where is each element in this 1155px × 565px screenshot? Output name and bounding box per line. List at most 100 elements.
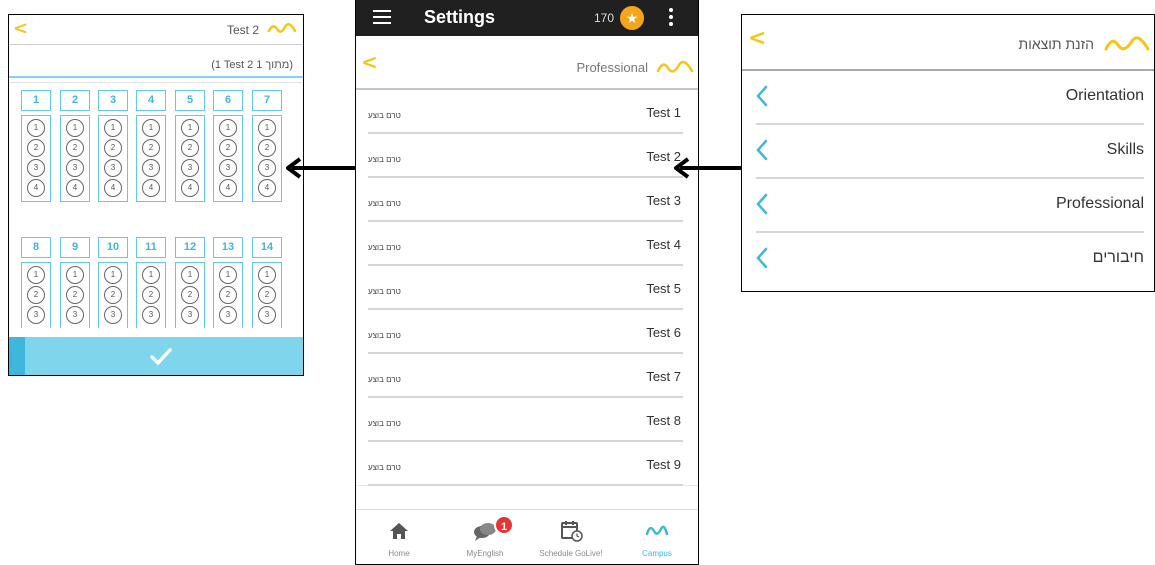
nav-myenglish[interactable]: 1 MyEnglish xyxy=(442,510,528,564)
answer-radio[interactable]: 1 xyxy=(258,119,276,137)
answer-radio[interactable]: 2 xyxy=(66,286,84,304)
answer-radio[interactable]: 1 xyxy=(104,266,122,284)
test-row[interactable]: Test 5 טרם בוצע xyxy=(368,266,683,310)
test-row[interactable]: Test 1 טרם בוצע xyxy=(368,90,683,134)
category-name: Skills xyxy=(1106,141,1144,158)
answer-radio[interactable]: 1 xyxy=(142,119,160,137)
answer-radio[interactable]: 1 xyxy=(27,119,45,137)
answer-radio[interactable]: 3 xyxy=(66,306,84,324)
answer-radio[interactable]: 3 xyxy=(258,306,276,324)
answer-radio[interactable]: 1 xyxy=(258,266,276,284)
points-count: 170 xyxy=(594,11,615,25)
answer-radio[interactable]: 3 xyxy=(104,159,122,177)
question-column: 5 1 2 3 4 xyxy=(175,90,205,202)
category-row[interactable]: Professional xyxy=(756,179,1144,233)
answer-radio[interactable]: 1 xyxy=(66,266,84,284)
answer-radio[interactable]: 1 xyxy=(219,266,237,284)
nav-schedule[interactable]: Schedule GoLive! xyxy=(528,510,614,564)
answer-options: 1 2 3 xyxy=(98,262,128,328)
category-name: Orientation xyxy=(1065,87,1144,104)
test-row[interactable]: Test 3 טרם בוצע xyxy=(368,178,683,222)
category-name: חיבורים xyxy=(1092,249,1144,266)
answer-radio[interactable]: 2 xyxy=(181,139,199,157)
hamburger-icon[interactable] xyxy=(373,10,391,24)
answer-radio[interactable]: 3 xyxy=(142,306,160,324)
test-status: טרם בוצע xyxy=(368,243,401,252)
category-row[interactable]: חיבורים xyxy=(756,233,1144,287)
answer-radio[interactable]: 3 xyxy=(66,159,84,177)
question-column: 4 1 2 3 4 xyxy=(136,90,166,202)
answer-radio[interactable]: 3 xyxy=(27,159,45,177)
answer-radio[interactable]: 3 xyxy=(181,159,199,177)
test-name: Test 1 xyxy=(646,105,681,120)
answer-options: 1 2 3 4 xyxy=(136,115,166,202)
question-number: 1 xyxy=(21,90,51,111)
answer-options: 1 2 3 xyxy=(252,262,282,328)
answer-radio[interactable]: 3 xyxy=(219,159,237,177)
test-row[interactable]: Test 8 טרם בוצע xyxy=(368,398,683,442)
answer-radio[interactable]: 2 xyxy=(27,139,45,157)
back-chevron-icon[interactable]: < xyxy=(13,18,28,39)
category-row[interactable]: Orientation xyxy=(756,71,1144,125)
results-header: < הזנת תוצאות xyxy=(742,15,1154,71)
test-status: טרם בוצע xyxy=(368,155,401,164)
nav-home[interactable]: Home xyxy=(356,510,442,564)
nav-label: MyEnglish xyxy=(466,549,504,558)
answer-radio[interactable]: 3 xyxy=(181,306,199,324)
confirm-button[interactable] xyxy=(9,337,303,375)
answer-radio[interactable]: 4 xyxy=(104,179,122,197)
answer-radio[interactable]: 2 xyxy=(258,139,276,157)
answer-radio[interactable]: 2 xyxy=(258,286,276,304)
test-row[interactable]: Test 2 טרם בוצע xyxy=(368,134,683,178)
answer-radio[interactable]: 1 xyxy=(27,266,45,284)
answer-radio[interactable]: 3 xyxy=(219,306,237,324)
answer-radio[interactable]: 2 xyxy=(181,286,199,304)
category-row[interactable]: Skills xyxy=(756,125,1144,179)
answer-grid: 1123421234312344123451234612347123481239… xyxy=(9,82,303,340)
answer-radio[interactable]: 4 xyxy=(219,179,237,197)
answer-radio[interactable]: 2 xyxy=(104,139,122,157)
answer-radio[interactable]: 2 xyxy=(142,139,160,157)
answer-radio[interactable]: 3 xyxy=(27,306,45,324)
question-column: 3 1 2 3 4 xyxy=(98,90,128,202)
back-chevron-icon[interactable]: < xyxy=(361,50,378,74)
notification-badge: 1 xyxy=(494,515,514,535)
back-chevron-icon[interactable]: < xyxy=(748,26,766,51)
bottom-navigation: Home 1 MyEnglish Schedule GoLive! Campus xyxy=(356,509,698,564)
test-row[interactable]: Test 6 טרם בוצע xyxy=(368,310,683,354)
test-name: Test 9 xyxy=(646,457,681,472)
kebab-menu-icon[interactable] xyxy=(669,8,673,29)
answer-radio[interactable]: 3 xyxy=(258,159,276,177)
answer-radio[interactable]: 1 xyxy=(66,119,84,137)
test-row[interactable]: Test 4 טרם בוצע xyxy=(368,222,683,266)
test-status: טרם בוצע xyxy=(368,331,401,340)
answer-radio[interactable]: 1 xyxy=(181,266,199,284)
answer-radio[interactable]: 4 xyxy=(258,179,276,197)
section-header: < Professional xyxy=(356,36,698,90)
answer-radio[interactable]: 2 xyxy=(142,286,160,304)
answer-radio[interactable]: 4 xyxy=(66,179,84,197)
answer-radio[interactable]: 1 xyxy=(219,119,237,137)
nav-campus[interactable]: Campus xyxy=(614,510,698,564)
answer-radio[interactable]: 3 xyxy=(142,159,160,177)
answer-radio[interactable]: 2 xyxy=(104,286,122,304)
category-list: Orientation Skills Professional חיבורים xyxy=(742,71,1154,287)
test-row[interactable]: Test 7 טרם בוצע xyxy=(368,354,683,398)
answer-radio[interactable]: 2 xyxy=(66,139,84,157)
answer-radio[interactable]: 2 xyxy=(219,286,237,304)
answer-radio[interactable]: 3 xyxy=(104,306,122,324)
answer-radio[interactable]: 1 xyxy=(104,119,122,137)
answer-radio[interactable]: 2 xyxy=(219,139,237,157)
answer-radio[interactable]: 4 xyxy=(27,179,45,197)
nav-label: Schedule GoLive! xyxy=(539,549,603,558)
answer-radio[interactable]: 1 xyxy=(142,266,160,284)
test-row[interactable]: Test 9 טרם בוצע xyxy=(368,442,683,486)
answer-radio[interactable]: 4 xyxy=(142,179,160,197)
test-status: טרם בוצע xyxy=(368,287,401,296)
answer-radio[interactable]: 4 xyxy=(181,179,199,197)
answer-radio[interactable]: 1 xyxy=(181,119,199,137)
campus-logo-icon xyxy=(267,23,297,33)
question-column: 6 1 2 3 4 xyxy=(213,90,243,202)
answer-radio[interactable]: 2 xyxy=(27,286,45,304)
answer-options: 1 2 3 4 xyxy=(213,115,243,202)
